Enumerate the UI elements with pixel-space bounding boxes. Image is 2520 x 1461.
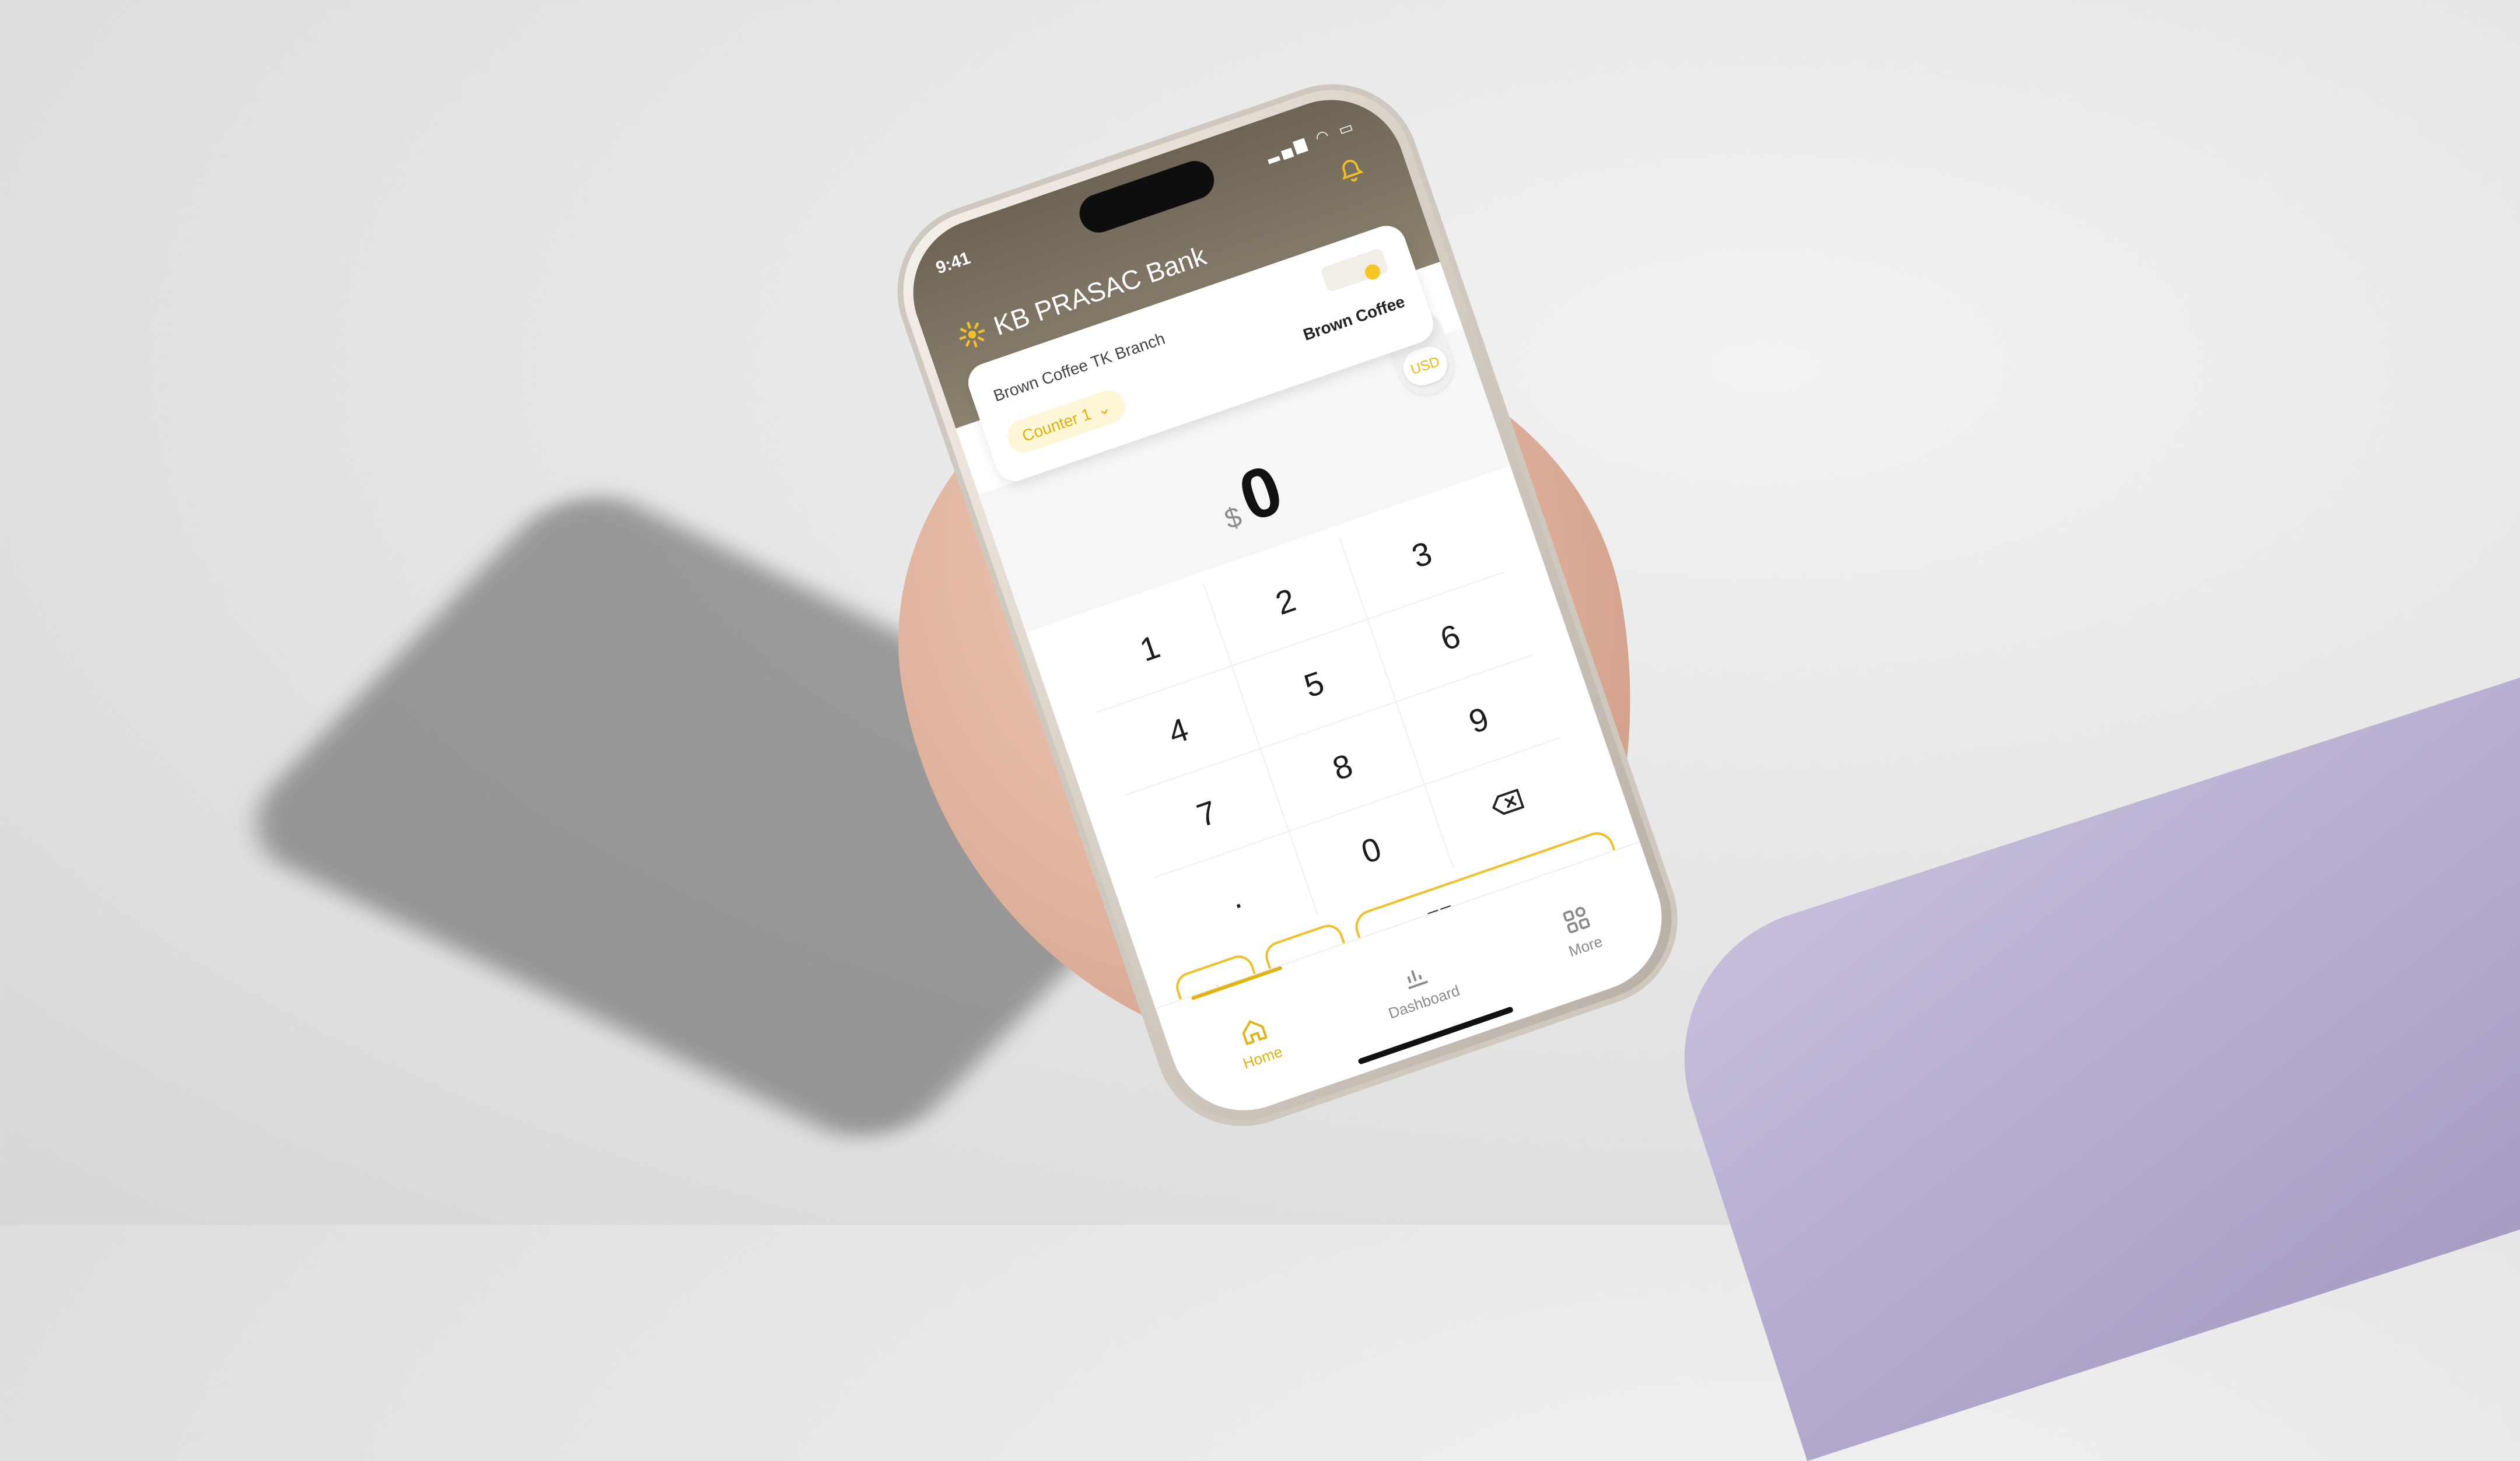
currency-symbol: $: [1220, 501, 1246, 536]
shop-name: Brown Coffee: [1300, 292, 1408, 344]
tab-dashboard-label: Dashboard: [1386, 981, 1462, 1022]
counter-label: Counter 1: [1019, 404, 1094, 445]
chevron-down-icon: ⌄: [1094, 398, 1114, 420]
photo-scene: 9:41 ▂▄▆ ◠ ▭ KB PRASAC Bank Brown Coffee…: [0, 0, 2520, 1461]
status-time: 9:41: [933, 248, 973, 278]
dashboard-icon: [1407, 969, 1429, 989]
sweater-sleeve: [1645, 673, 2520, 1461]
more-icon: [1563, 906, 1590, 933]
home-icon: [1242, 1019, 1268, 1045]
backspace-icon: [1492, 789, 1525, 815]
bell-icon[interactable]: [1334, 154, 1368, 188]
currency-option-usd[interactable]: USD: [1398, 342, 1452, 391]
tab-more-label: More: [1566, 932, 1605, 960]
bank-logo-icon: [959, 321, 985, 348]
amount-display: $ 0: [1208, 449, 1293, 545]
status-icons: ▂▄▆ ◠ ▭: [1264, 116, 1359, 164]
